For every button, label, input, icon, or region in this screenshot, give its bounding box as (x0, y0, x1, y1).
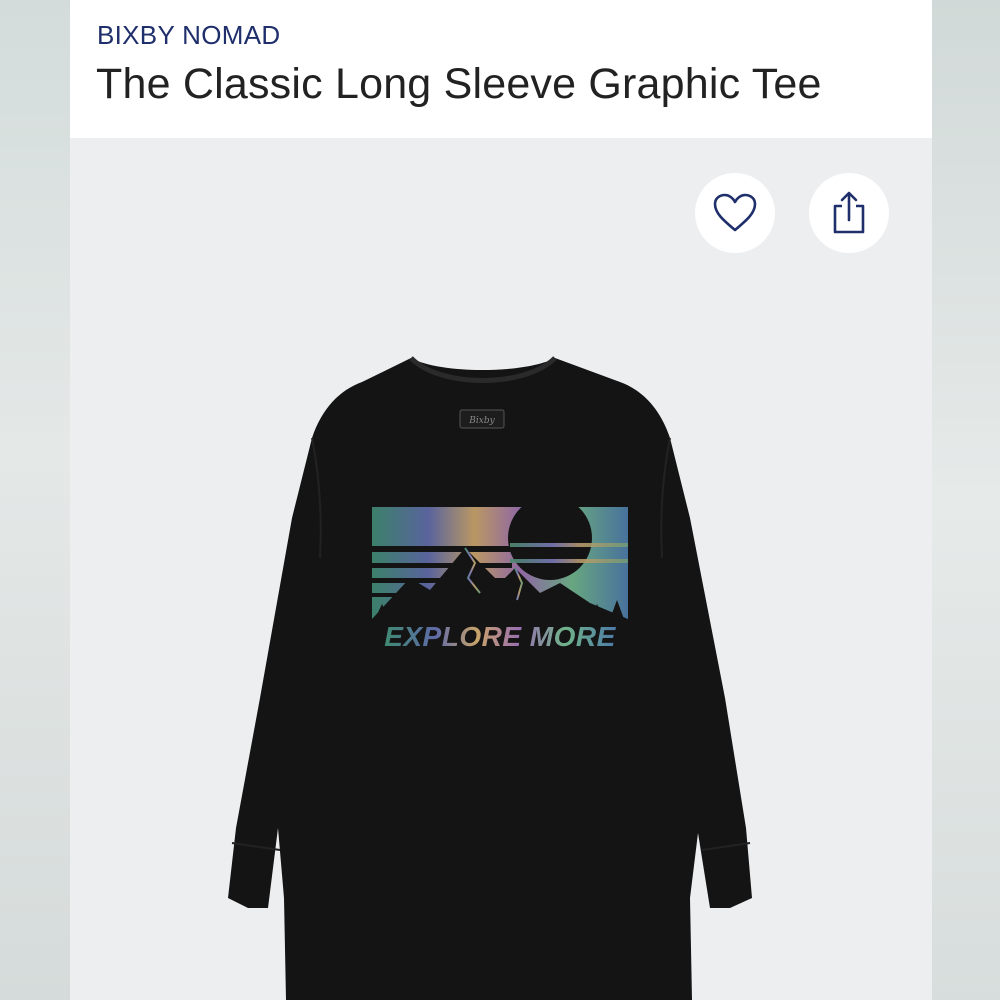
graphic-text: EXPLORE MORE (384, 621, 616, 652)
neck-label-text: Bixby (468, 416, 495, 426)
brand-name[interactable]: BIXBY NOMAD (97, 20, 280, 51)
favorite-button[interactable] (695, 173, 775, 253)
page-margin-right (932, 0, 1000, 1000)
shirt-body (228, 358, 752, 1000)
page-margin-left (0, 0, 70, 1000)
share-icon (833, 191, 865, 234)
product-header: BIXBY NOMAD The Classic Long Sleeve Grap… (70, 0, 932, 138)
explore-more-graphic: EXPLORE MORE (372, 507, 628, 652)
product-title: The Classic Long Sleeve Graphic Tee (96, 60, 822, 108)
share-button[interactable] (809, 173, 889, 253)
product-card: BIXBY NOMAD The Classic Long Sleeve Grap… (70, 0, 932, 1000)
heart-icon (713, 193, 757, 232)
product-image[interactable]: Bixby EXPLORE MORE (70, 138, 932, 1000)
shirt-image: Bixby EXPLORE MORE (228, 356, 752, 1000)
